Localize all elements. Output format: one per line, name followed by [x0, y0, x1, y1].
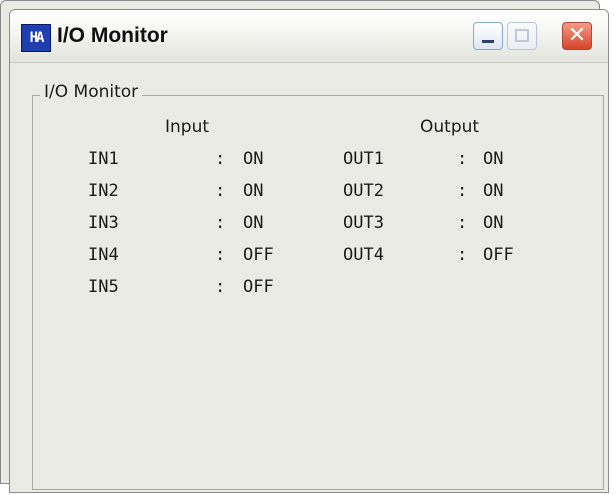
output-label: OUT4 [343, 245, 384, 265]
groupbox-legend: I/O Monitor [40, 80, 143, 104]
output-label: OUT1 [343, 149, 384, 169]
output-column-header: Output [420, 117, 480, 137]
separator: : [457, 181, 468, 201]
output-state: ON [483, 213, 504, 233]
minimize-button[interactable] [473, 22, 503, 50]
input-state: OFF [243, 245, 274, 265]
input-label: IN4 [88, 245, 119, 265]
output-label: OUT2 [343, 181, 384, 201]
input-label: IN5 [88, 277, 119, 297]
separator: : [215, 181, 226, 201]
separator: : [457, 213, 468, 233]
separator: : [215, 277, 226, 297]
app-icon: HA [21, 24, 51, 52]
separator: : [215, 149, 226, 169]
output-label: OUT3 [343, 213, 384, 233]
input-state: OFF [243, 277, 274, 297]
output-state: ON [483, 181, 504, 201]
input-column-header: Input [165, 117, 210, 137]
separator: : [457, 245, 468, 265]
input-label: IN1 [88, 149, 119, 169]
close-icon: ✕ [567, 23, 587, 48]
input-state: ON [243, 181, 264, 201]
maximize-button[interactable] [507, 22, 537, 50]
window-title: I/O Monitor [57, 24, 168, 47]
separator: : [215, 213, 226, 233]
title-bar[interactable]: HA I/O Monitor ✕ [10, 10, 608, 63]
close-button[interactable]: ✕ [562, 22, 592, 50]
input-label: IN3 [88, 213, 119, 233]
io-monitor-dialog: HA I/O Monitor ✕ I/O Monitor Input Outpu… [9, 9, 609, 493]
input-label: IN2 [88, 181, 119, 201]
separator: : [457, 149, 468, 169]
output-state: ON [483, 149, 504, 169]
output-state: OFF [483, 245, 514, 265]
input-state: ON [243, 149, 264, 169]
input-state: ON [243, 213, 264, 233]
separator: : [215, 245, 226, 265]
